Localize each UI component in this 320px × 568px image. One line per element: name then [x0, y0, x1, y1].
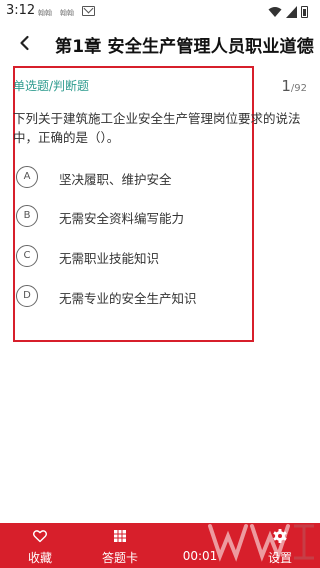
settings-label: 设置 — [267, 551, 292, 565]
option-text: 无需职业技能知识 — [59, 251, 160, 266]
status-time: 3:12 — [6, 3, 36, 18]
mail-icon — [82, 6, 95, 16]
option-text: 无需安全资料编写能力 — [59, 211, 185, 226]
option-letter-circle: D — [16, 285, 38, 307]
question-stem: 下列关于建筑施工企业安全生产管理岗位要求的说法中，正确的是（）。 — [13, 111, 301, 145]
settings-button[interactable]: 设置 — [250, 523, 310, 568]
battery-icon — [301, 6, 308, 18]
option-text: 无需专业的安全生产知识 — [59, 291, 197, 306]
signal-icon — [286, 6, 297, 18]
status-notification-label-1: 翰翰 — [38, 9, 52, 17]
option-letter-circle: B — [16, 205, 38, 227]
option-c[interactable]: C 无需职业技能知识 — [16, 245, 246, 267]
favorite-button[interactable]: 收藏 — [10, 523, 70, 568]
timer: 00:01 — [170, 523, 230, 568]
header: 第1章 安全生产管理人员职业道德 — [0, 24, 320, 62]
option-letter-circle: A — [16, 166, 38, 188]
option-letter-circle: C — [16, 245, 38, 267]
grid-icon — [114, 530, 126, 542]
page-title: 第1章 安全生产管理人员职业道德 — [55, 37, 314, 57]
chevron-left-icon[interactable] — [14, 32, 36, 54]
question-current-index: 1 — [281, 77, 291, 95]
timer-label: 00:01 — [182, 549, 218, 563]
option-b[interactable]: B 无需安全资料编写能力 — [16, 205, 246, 227]
bottom-toolbar: 收藏 答题卡 00:01 设置 — [0, 523, 320, 568]
favorite-label: 收藏 — [27, 551, 52, 565]
option-a[interactable]: A 坚决履职、维护安全 — [16, 166, 246, 188]
question-total: /92 — [290, 83, 307, 94]
status-notification-label-2: 翰翰 — [60, 9, 74, 17]
gear-icon — [273, 529, 287, 543]
option-text: 坚决履职、维护安全 — [59, 172, 172, 187]
heart-icon — [33, 530, 47, 543]
answer-sheet-button[interactable]: 答题卡 — [84, 523, 156, 568]
option-d[interactable]: D 无需专业的安全生产知识 — [16, 285, 246, 307]
wifi-icon — [268, 7, 282, 17]
question-counter: 1/92 — [281, 76, 307, 95]
status-bar: 3:12 翰翰 翰翰 — [0, 0, 320, 24]
answer-sheet-label: 答题卡 — [101, 551, 138, 565]
question-type-label: 单选题/判断题 — [13, 79, 90, 93]
